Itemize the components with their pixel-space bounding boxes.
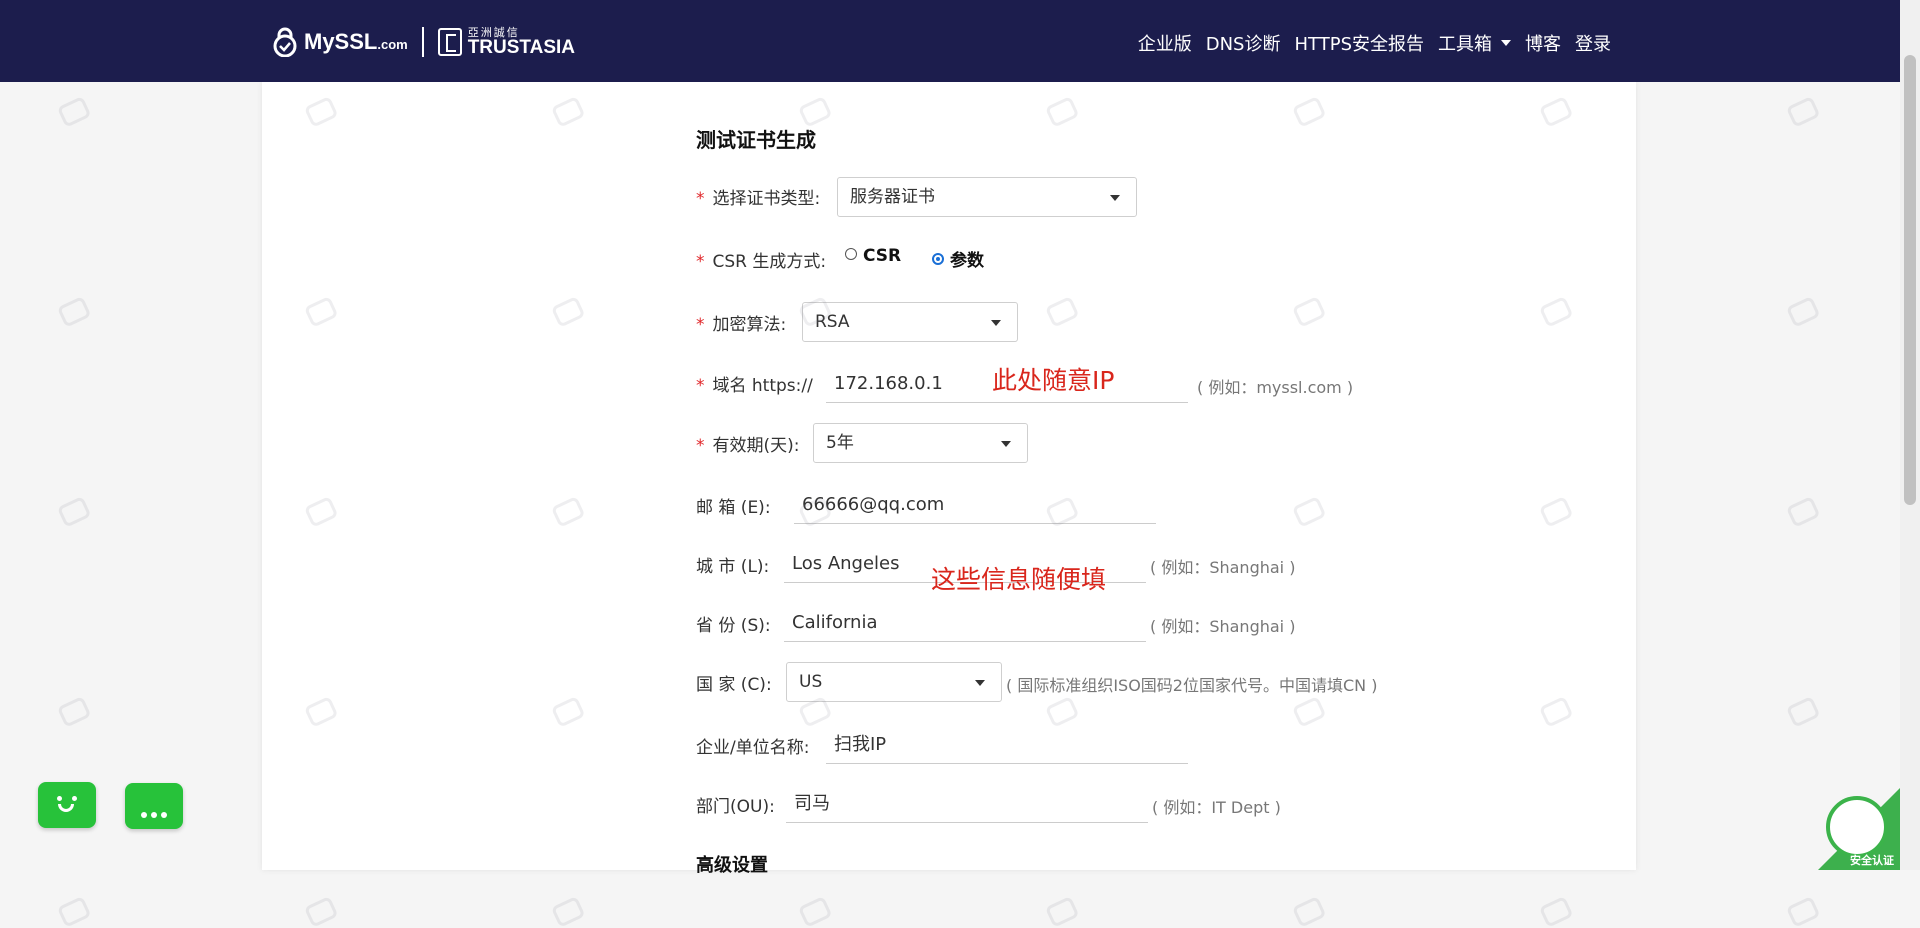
cert-type-value: 服务器证书 — [850, 187, 935, 207]
watermark-icon — [798, 894, 836, 927]
radio-csr[interactable]: CSR — [845, 246, 901, 266]
ou-label: 部门(OU): — [696, 797, 775, 817]
logo-text: MySSL.com — [304, 29, 408, 54]
email-label: 邮 箱 (E): — [696, 498, 771, 518]
state-hint: ( 例如：Shanghai ) — [1150, 617, 1296, 636]
chevron-down-icon — [1110, 195, 1120, 201]
lock-logo-icon — [273, 27, 297, 57]
top-navbar: MySSL.com 亞洲誠信 TRUSTASIA 企业版 DNS诊断 HTTPS… — [0, 0, 1900, 82]
domain-hint: ( 例如：myssl.com ) — [1197, 378, 1354, 397]
radio-params[interactable]: 参数 — [932, 246, 984, 271]
chevron-down-icon — [1501, 40, 1511, 46]
required-mark: * — [696, 376, 705, 396]
email-input[interactable]: 66666@qq.com — [794, 486, 1156, 524]
state-label: 省 份 (S): — [696, 616, 771, 636]
watermark-icon — [1786, 894, 1824, 927]
algorithm-select[interactable]: RSA — [802, 302, 1018, 342]
watermark-icon — [1539, 894, 1577, 927]
trustasia-logo-text: 亞洲誠信 TRUSTASIA — [467, 26, 576, 58]
validity-label: * 有效期(天): — [696, 436, 800, 456]
watermark-icon — [57, 894, 95, 927]
radio-csr-label: CSR — [863, 246, 902, 266]
watermark-icon — [1786, 494, 1824, 527]
radio-button[interactable] — [845, 248, 857, 260]
page-title: 测试证书生成 — [696, 128, 816, 152]
security-badge[interactable]: 安全认证 — [1818, 788, 1900, 870]
watermark-icon — [1786, 694, 1824, 727]
radio-button-checked[interactable] — [932, 253, 944, 265]
nav-blog[interactable]: 博客 — [1525, 30, 1561, 56]
validity-select[interactable]: 5年 — [813, 423, 1028, 463]
shield-lock-icon — [1826, 796, 1888, 858]
country-label: 国 家 (C): — [696, 675, 772, 695]
badge-label: 安全认证 — [1850, 854, 1894, 867]
cert-type-select[interactable]: 服务器证书 — [837, 177, 1137, 217]
watermark-icon — [551, 894, 589, 927]
org-input[interactable]: 扫我IP — [826, 726, 1188, 764]
watermark-icon — [1786, 94, 1824, 127]
logo[interactable]: MySSL.com 亞洲誠信 TRUSTASIA — [272, 24, 575, 60]
ou-input[interactable]: 司马 — [786, 785, 1148, 823]
required-mark: * — [696, 436, 705, 456]
more-options-button[interactable] — [125, 783, 183, 829]
country-hint: ( 国际标准组织ISO国码2位国家代号。中国请填CN ) — [1006, 676, 1378, 695]
watermark-icon — [1786, 294, 1824, 327]
chevron-down-icon — [1001, 441, 1011, 447]
nav-toolbox[interactable]: 工具箱 — [1438, 30, 1511, 56]
org-label: 企业/单位名称: — [696, 738, 810, 758]
required-mark: * — [696, 315, 705, 335]
country-value: US — [799, 672, 823, 692]
nav-https-report[interactable]: HTTPS安全报告 — [1295, 30, 1425, 56]
radio-params-label: 参数 — [950, 251, 984, 271]
watermark-icon — [57, 294, 95, 327]
city-label: 城 市 (L): — [696, 557, 770, 577]
watermark-icon — [57, 694, 95, 727]
city-hint: ( 例如：Shanghai ) — [1150, 558, 1296, 577]
watermark-icon — [1292, 894, 1330, 927]
main-card: 测试证书生成 * 选择证书类型: 服务器证书 * CSR 生成方式: CSR 参数 … — [262, 82, 1636, 876]
domain-label: * 域名 https:// — [696, 376, 813, 396]
ou-hint: ( 例如：IT Dept ) — [1152, 798, 1281, 817]
watermark-icon — [1045, 894, 1083, 927]
trustasia-logo-icon — [437, 28, 462, 56]
validity-value: 5年 — [826, 433, 854, 453]
country-select[interactable]: US — [786, 662, 1002, 702]
chevron-down-icon — [975, 680, 985, 686]
nav-toolbox-label: 工具箱 — [1438, 34, 1492, 55]
algorithm-value: RSA — [815, 312, 850, 332]
advanced-settings-heading[interactable]: 高级设置 — [696, 851, 768, 877]
chevron-down-icon — [991, 320, 1001, 326]
csr-method-label: * CSR 生成方式: — [696, 252, 827, 272]
smiley-mouth-icon — [58, 804, 74, 812]
main-nav: 企业版 DNS诊断 HTTPS安全报告 工具箱 博客 登录 — [1124, 30, 1611, 56]
domain-annotation: 此处随意IP — [992, 366, 1115, 395]
chat-bot-button[interactable] — [38, 782, 96, 828]
nav-dns-diagnosis[interactable]: DNS诊断 — [1206, 30, 1281, 56]
state-input[interactable]: California — [784, 604, 1146, 642]
watermark-icon — [57, 94, 95, 127]
required-mark: * — [696, 189, 705, 209]
algorithm-label: * 加密算法: — [696, 315, 787, 335]
logo-divider — [421, 27, 424, 57]
smiley-eye-icon — [72, 796, 77, 801]
smiley-face-icon — [57, 796, 62, 801]
page-scrollbar[interactable] — [1900, 0, 1920, 870]
scrollbar-thumb[interactable] — [1904, 55, 1916, 505]
cert-type-label: * 选择证书类型: — [696, 189, 821, 209]
info-annotation: 这些信息随便填 — [931, 565, 1107, 594]
required-mark: * — [696, 252, 705, 272]
more-dots-icon — [125, 803, 183, 822]
watermark-icon — [304, 894, 342, 927]
nav-login[interactable]: 登录 — [1575, 30, 1611, 56]
watermark-icon — [57, 494, 95, 527]
nav-enterprise[interactable]: 企业版 — [1138, 30, 1192, 56]
